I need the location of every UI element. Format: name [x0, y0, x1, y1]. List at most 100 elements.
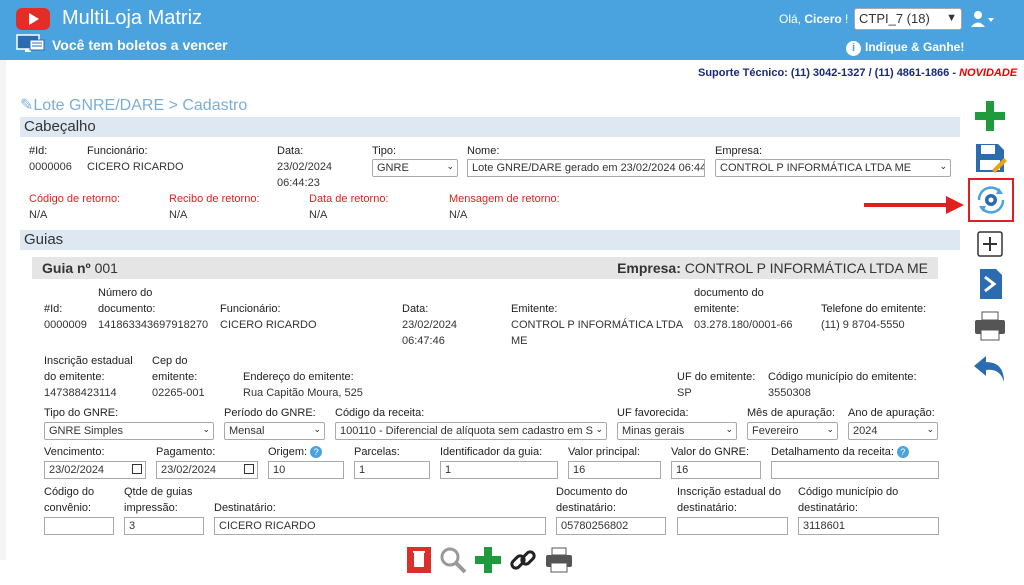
support-line: Suporte Técnico: (11) 3042-1327 / (11) 4…	[698, 67, 1017, 79]
g-pagamento-input[interactable]: 23/02/2024	[156, 461, 258, 479]
save-icon[interactable]	[972, 140, 1008, 176]
g-codreceita-label: Código da receita:	[335, 407, 425, 419]
g-emitente-value2: ME	[511, 335, 528, 347]
g-codmundest-label1: Código município do	[798, 486, 899, 498]
g-identificador-input[interactable]: 1	[440, 461, 558, 479]
back-arrow-icon[interactable]	[972, 350, 1008, 386]
calendar-icon[interactable]	[244, 464, 254, 474]
g-origem-input[interactable]: 10	[268, 461, 344, 479]
chevron-down-icon: ⌄	[202, 424, 210, 434]
g-parcelas-input[interactable]: 1	[354, 461, 430, 479]
g-mes-select[interactable]: Fevereiro ⌄	[747, 422, 838, 440]
g-uffav-value: Minas gerais	[622, 425, 685, 437]
g-endereco-label: Endereço do emitente:	[243, 371, 354, 383]
g-pagamento-value: 23/02/2024	[161, 464, 217, 476]
cab-nome-input[interactable]: Lote GNRE/DARE gerado em 23/02/2024 06:4…	[467, 159, 705, 177]
cab-tipo-select[interactable]: GNRE ⌄	[372, 159, 458, 177]
g-data-value: 23/02/2024	[402, 319, 458, 331]
g-numdoc-label1: Número do	[98, 287, 153, 299]
g-hora-value: 06:47:46	[402, 335, 445, 347]
g-valorprincipal-input[interactable]: 16	[568, 461, 661, 479]
calendar-icon[interactable]	[132, 464, 142, 474]
chevron-down-icon: ⌄	[826, 424, 834, 434]
g-qtde-input[interactable]: 3	[124, 517, 204, 535]
export-document-icon[interactable]	[972, 266, 1008, 302]
g-codconvenio-label1: Código do	[44, 486, 95, 498]
g-codmundest-input[interactable]: 3118601	[798, 517, 939, 535]
chevron-down-icon: ⌄	[446, 161, 454, 171]
g-detalhamento-input[interactable]	[771, 461, 939, 479]
g-destinatario-input[interactable]: CICERO RICARDO	[214, 517, 546, 535]
info-icon: i	[846, 41, 861, 56]
youtube-icon[interactable]	[16, 8, 50, 30]
add-guia-icon[interactable]	[473, 545, 503, 575]
greeting: Olá, Cicero !	[779, 12, 849, 26]
cab-mensagem-label: Mensagem de retorno:	[449, 193, 560, 205]
g-codreceita-select[interactable]: 100110 - Diferencial de alíquota sem cad…	[335, 422, 607, 440]
guia-label: Guia nº	[42, 260, 91, 276]
settings-sync-icon[interactable]	[973, 182, 1009, 218]
guia-empresa: Empresa: CONTROL P INFORMÁTICA LTDA ME	[617, 257, 928, 279]
g-iedest-input[interactable]	[677, 517, 788, 535]
g-detalhamento-label-text: Detalhamento da receita:	[771, 446, 894, 458]
g-codmun-value: 3550308	[768, 387, 811, 399]
g-tel-label: Telefone do emitente:	[821, 303, 927, 315]
cab-funcionario-value: CICERO RICARDO	[87, 161, 184, 173]
g-periodo-select[interactable]: Mensal ⌄	[224, 422, 325, 440]
guia-header: Guia nº 001 Empresa: CONTROL P INFORMÁTI…	[32, 257, 938, 279]
g-data-label: Data:	[402, 303, 429, 315]
g-iedest-label1: Inscrição estadual do	[677, 486, 781, 498]
g-ie-label2: do emitente:	[44, 371, 105, 383]
help-icon[interactable]: ?	[896, 446, 909, 458]
g-uffav-select[interactable]: Minas gerais ⌄	[617, 422, 737, 440]
link-icon[interactable]	[508, 545, 538, 575]
store-select-value: CTPI_7 (18)	[859, 11, 930, 26]
g-periodo-label: Período do GNRE:	[224, 407, 316, 419]
print-icon[interactable]	[972, 308, 1008, 344]
g-emitente-label: Emitente:	[511, 303, 558, 315]
g-docdest-label2: destinatário:	[556, 502, 616, 514]
cab-tipo-value: GNRE	[377, 162, 409, 174]
support-phones: Suporte Técnico: (11) 3042-1327 / (11) 4…	[698, 67, 957, 79]
g-codmundest-label2: destinatário:	[798, 502, 858, 514]
g-tipo-gnre-select[interactable]: GNRE Simples ⌄	[44, 422, 214, 440]
g-numdoc-value: 141863343697918270	[98, 319, 209, 331]
red-arrow-annotation	[864, 196, 964, 214]
g-docdest-label1: Documento do	[556, 486, 628, 498]
g-cep-label2: emitente:	[152, 371, 198, 383]
g-uf-label: UF do emitente:	[677, 371, 756, 383]
cab-data-retorno-label: Data de retorno:	[309, 193, 389, 205]
g-codconvenio-input[interactable]	[44, 517, 114, 535]
g-vencimento-input[interactable]: 23/02/2024	[44, 461, 146, 479]
expand-icon[interactable]	[972, 226, 1008, 262]
user-menu-icon[interactable]	[970, 10, 996, 28]
indique-ganhe-link[interactable]: i Indique & Ganhe!	[846, 40, 964, 56]
g-cep-label1: Cep do	[152, 355, 188, 367]
cab-cod-retorno-value: N/A	[29, 209, 48, 221]
novidade-label[interactable]: NOVIDADE	[959, 67, 1017, 79]
top-bar: MultiLoja Matriz Você tem boletos a venc…	[0, 0, 1024, 60]
g-ano-select[interactable]: 2024 ⌄	[848, 422, 938, 440]
add-icon[interactable]	[972, 98, 1008, 134]
g-valorgnre-input[interactable]: 16	[671, 461, 761, 479]
g-origem-label-text: Origem:	[268, 446, 308, 458]
cab-id-value: 0000006	[29, 161, 72, 173]
g-cep-value: 02265-001	[152, 387, 205, 399]
chevron-down-icon: ⌄	[725, 424, 733, 434]
delete-icon[interactable]	[404, 545, 434, 575]
boletos-message[interactable]: Você tem boletos a vencer	[52, 37, 228, 53]
indique-label: Indique & Ganhe!	[865, 40, 965, 54]
store-select[interactable]: CTPI_7 (18) ▼	[854, 8, 962, 30]
cab-empresa-select[interactable]: CONTROL P INFORMÁTICA LTDA ME ⌄	[715, 159, 951, 177]
g-id-value: 0000009	[44, 319, 87, 331]
g-numdoc-label2: documento:	[98, 303, 156, 315]
help-icon[interactable]: ?	[310, 446, 323, 458]
g-identificador-label: Identificador da guia:	[440, 446, 543, 458]
g-emitente-value1: CONTROL P INFORMÁTICA LTDA	[511, 319, 684, 331]
print-guia-icon[interactable]	[544, 545, 574, 575]
search-icon[interactable]	[438, 545, 468, 575]
g-periodo-value: Mensal	[229, 425, 265, 437]
cab-cod-retorno-label: Código de retorno:	[29, 193, 121, 205]
cab-data-label: Data:	[277, 145, 304, 157]
g-docdest-input[interactable]: 05780256802	[556, 517, 666, 535]
